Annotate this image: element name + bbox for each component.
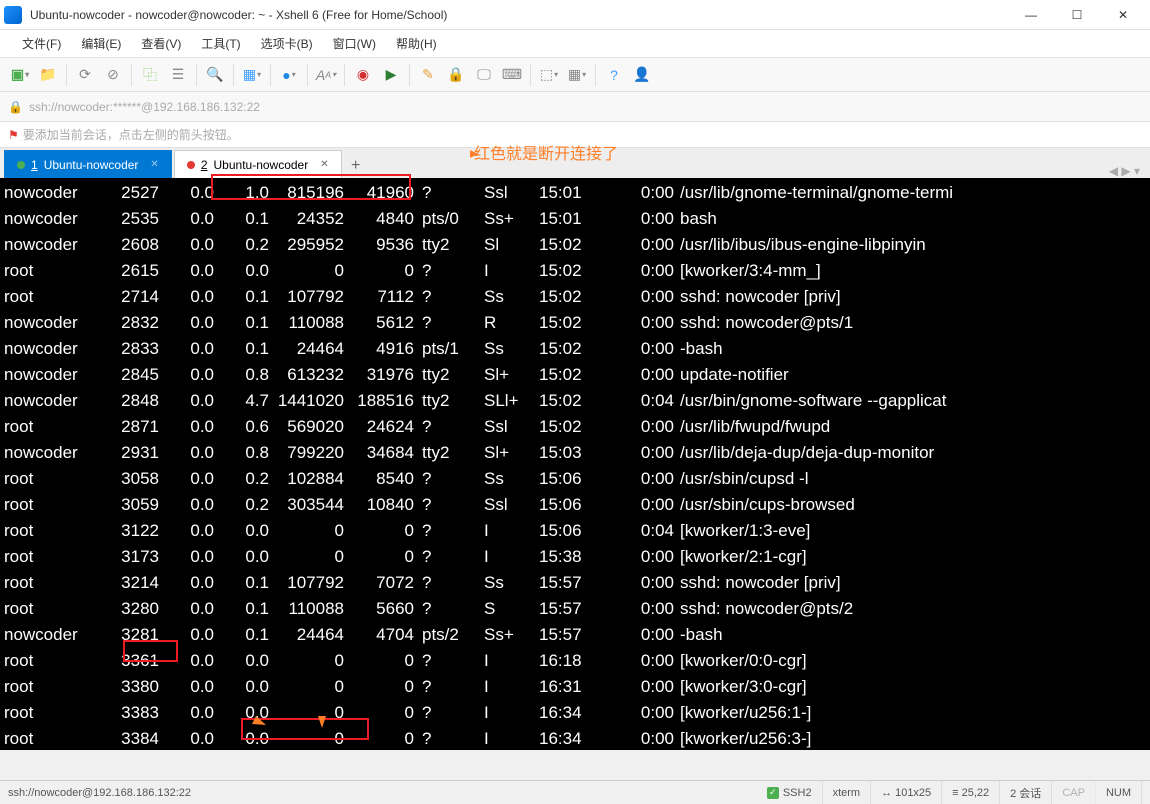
process-row: root27140.00.11077927112?Ss15:020:00sshd…: [4, 284, 1146, 310]
process-row: nowcoder25350.00.1243524840pts/0Ss+15:01…: [4, 206, 1146, 232]
status-pos: ≡25,22: [942, 781, 1000, 804]
status-size: ↔101x25: [871, 781, 942, 804]
process-row: root33610.00.000?I16:180:00[kworker/0:0-…: [4, 648, 1146, 674]
menu-tools[interactable]: 工具(T): [191, 30, 250, 58]
globe-icon[interactable]: ●▾: [277, 63, 301, 87]
process-row: root33800.00.000?I16:310:00[kworker/3:0-…: [4, 674, 1146, 700]
connected-indicator-icon: [17, 161, 25, 169]
toolbar: ▣▾ 📁 ⟳ ⊘ ⿻ ☰ 🔍 ▦▾ ●▾ AA▾ ◉ ▶ ✎ 🔒 🖵 ⌨ ⬚▾ …: [0, 58, 1150, 92]
keyboard-icon[interactable]: ⌨: [500, 63, 524, 87]
tab-index: 1: [31, 158, 38, 172]
status-ssh: ✓SSH2: [757, 781, 823, 804]
tab-close-icon[interactable]: ✕: [320, 159, 328, 170]
status-path: ssh://nowcoder@192.168.186.132:22: [8, 787, 191, 799]
tab-close-icon[interactable]: ✕: [150, 159, 158, 170]
copy-icon[interactable]: ⿻: [138, 63, 162, 87]
process-row: nowcoder29310.00.879922034684tty2Sl+15:0…: [4, 440, 1146, 466]
encoding-icon[interactable]: ⬚▾: [537, 63, 561, 87]
tab-1[interactable]: 1 Ubuntu-nowcoder ✕: [4, 150, 172, 178]
tab-index: 2: [201, 158, 208, 172]
address-text[interactable]: ssh://nowcoder:******@192.168.186.132:22: [29, 100, 260, 114]
lock-icon: 🔒: [8, 100, 23, 114]
tab-label: Ubuntu-nowcoder: [44, 158, 139, 172]
disconnect-icon[interactable]: ⊘: [101, 63, 125, 87]
separator: [409, 64, 410, 86]
separator: [595, 64, 596, 86]
process-row: root31730.00.000?I15:380:00[kworker/2:1-…: [4, 544, 1146, 570]
close-button[interactable]: ✕: [1100, 0, 1146, 30]
menu-bar: 文件(F) 编辑(E) 查看(V) 工具(T) 选项卡(B) 窗口(W) 帮助(…: [0, 30, 1150, 58]
process-row: root33830.00.000?I16:340:00[kworker/u256…: [4, 700, 1146, 726]
terminal-output[interactable]: nowcoder25270.01.081519641960?Ssl15:010:…: [0, 178, 1150, 750]
status-num: NUM: [1096, 781, 1142, 804]
process-row: nowcoder28320.00.11100885612?R15:020:00s…: [4, 310, 1146, 336]
new-session-icon[interactable]: ▣▾: [8, 63, 32, 87]
menu-window[interactable]: 窗口(W): [323, 30, 386, 58]
separator: [233, 64, 234, 86]
process-row: nowcoder25270.01.081519641960?Ssl15:010:…: [4, 180, 1146, 206]
title-bar: Ubuntu-nowcoder - nowcoder@nowcoder: ~ -…: [0, 0, 1150, 30]
process-row: root32140.00.11077927072?Ss15:570:00sshd…: [4, 570, 1146, 596]
search-icon[interactable]: 🔍: [203, 63, 227, 87]
grid-icon[interactable]: ▦▾: [565, 63, 589, 87]
reconnect-icon[interactable]: ⟳: [73, 63, 97, 87]
user-icon[interactable]: 👤: [630, 63, 654, 87]
record-icon[interactable]: ◉: [351, 63, 375, 87]
tab-2[interactable]: 2 Ubuntu-nowcoder ✕: [174, 150, 342, 178]
separator: [131, 64, 132, 86]
separator: [66, 64, 67, 86]
flag-icon: ⚑: [8, 128, 19, 142]
process-row: nowcoder28480.04.71441020188516tty2SLl+1…: [4, 388, 1146, 414]
screen-icon[interactable]: 🖵: [472, 63, 496, 87]
maximize-button[interactable]: ☐: [1054, 0, 1100, 30]
tab-nav[interactable]: ◀ ▶ ▾: [1103, 164, 1146, 178]
process-row: nowcoder26080.00.22959529536tty2Sl15:020…: [4, 232, 1146, 258]
hint-text: 要添加当前会话，点击左侧的箭头按钮。: [23, 126, 239, 143]
annotation-text: 红色就是断开连接了: [474, 140, 618, 164]
separator: [307, 64, 308, 86]
process-row: root26150.00.000?I15:020:00[kworker/3:4-…: [4, 258, 1146, 284]
address-bar: 🔒 ssh://nowcoder:******@192.168.186.132:…: [0, 92, 1150, 122]
process-row: root33840.00.000?I16:340:00[kworker/u256…: [4, 726, 1146, 750]
disconnected-indicator-icon: [187, 161, 195, 169]
menu-file[interactable]: 文件(F): [12, 30, 71, 58]
font-icon[interactable]: AA▾: [314, 63, 338, 87]
tab-label: Ubuntu-nowcoder: [214, 158, 309, 172]
menu-edit[interactable]: 编辑(E): [71, 30, 131, 58]
open-icon[interactable]: 📁: [36, 63, 60, 87]
lock-icon[interactable]: 🔒: [444, 63, 468, 87]
menu-view[interactable]: 查看(V): [131, 30, 191, 58]
layout-icon[interactable]: ▦▾: [240, 63, 264, 87]
menu-tabs[interactable]: 选项卡(B): [251, 30, 323, 58]
help-icon[interactable]: ?: [602, 63, 626, 87]
add-tab-button[interactable]: +: [344, 154, 368, 178]
process-row: root32800.00.11100885660?S15:570:00sshd:…: [4, 596, 1146, 622]
app-icon: [4, 6, 22, 24]
status-sessions: 2 会话: [1000, 781, 1052, 804]
status-term: xterm: [823, 781, 872, 804]
process-row: root31220.00.000?I15:060:04[kworker/1:3-…: [4, 518, 1146, 544]
status-bar: ssh://nowcoder@192.168.186.132:22 ✓SSH2 …: [0, 780, 1150, 804]
process-row: root30590.00.230354410840?Ssl15:060:00/u…: [4, 492, 1146, 518]
process-row: nowcoder28450.00.861323231976tty2Sl+15:0…: [4, 362, 1146, 388]
menu-help[interactable]: 帮助(H): [386, 30, 447, 58]
process-row: nowcoder32810.00.1244644704pts/2Ss+15:57…: [4, 622, 1146, 648]
separator: [344, 64, 345, 86]
status-cap: CAP: [1052, 781, 1096, 804]
window-title: Ubuntu-nowcoder - nowcoder@nowcoder: ~ -…: [30, 8, 1008, 22]
minimize-button[interactable]: —: [1008, 0, 1054, 30]
separator: [196, 64, 197, 86]
process-row: nowcoder28330.00.1244644916pts/1Ss15:020…: [4, 336, 1146, 362]
compose-icon[interactable]: ✎: [416, 63, 440, 87]
play-icon[interactable]: ▶: [379, 63, 403, 87]
process-row: root28710.00.656902024624?Ssl15:020:00/u…: [4, 414, 1146, 440]
paste-icon[interactable]: ☰: [166, 63, 190, 87]
separator: [270, 64, 271, 86]
separator: [530, 64, 531, 86]
process-row: root30580.00.21028848540?Ss15:060:00/usr…: [4, 466, 1146, 492]
